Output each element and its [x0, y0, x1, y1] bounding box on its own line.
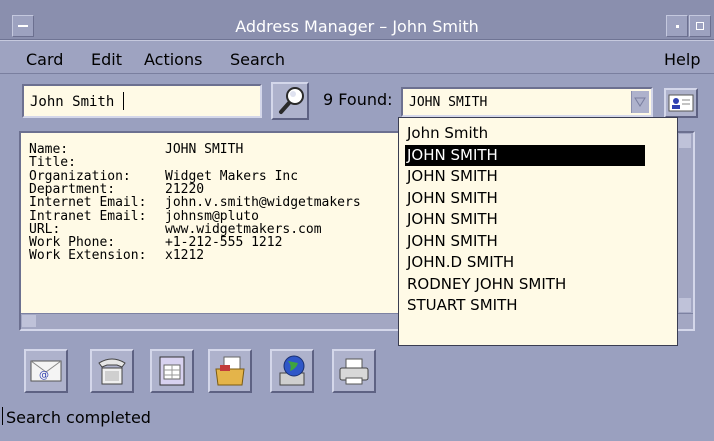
- result-option[interactable]: JOHN SMITH: [405, 209, 645, 230]
- results-dropdown[interactable]: John Smith JOHN SMITH JOHN SMITH JOHN SMITH…: [398, 117, 678, 346]
- email-button[interactable]: @: [24, 349, 68, 393]
- result-option[interactable]: John Smith: [405, 123, 645, 144]
- results-combo[interactable]: JOHN SMITH: [401, 87, 653, 117]
- menu-search[interactable]: Search: [230, 50, 285, 69]
- card-field-row: Organization: Widget Makers Inc: [29, 170, 298, 183]
- card-field-label: URL:: [29, 221, 61, 237]
- result-option[interactable]: JOHN SMITH: [405, 144, 645, 166]
- card-field-row: Title:: [29, 156, 165, 169]
- found-count-label: 9 Found:: [323, 90, 393, 109]
- search-input[interactable]: John Smith: [22, 84, 262, 118]
- result-option[interactable]: JOHN.D SMITH: [405, 252, 645, 273]
- text-cursor: [123, 92, 124, 110]
- chevron-down-icon: [634, 97, 646, 107]
- card-field-label: Department:: [29, 181, 116, 197]
- scroll-down-arrow[interactable]: [679, 298, 691, 312]
- card-field-label: Title:: [29, 155, 76, 171]
- status-caret: [2, 407, 3, 425]
- result-option[interactable]: RODNEY JOHN SMITH: [405, 274, 645, 295]
- card-field-label: Work Phone:: [29, 235, 116, 251]
- minimize-icon: [676, 25, 679, 28]
- print-action-icon: [339, 358, 369, 385]
- window-title: Address Manager – John Smith: [235, 17, 479, 36]
- phone-button[interactable]: [90, 349, 134, 393]
- status-text: Search completed: [6, 408, 151, 427]
- menu-card[interactable]: Card: [26, 50, 63, 69]
- web-globe-action-icon: [279, 355, 305, 386]
- card-field-label: Work Extension:: [29, 248, 147, 264]
- card-field-label: Internet Email:: [29, 195, 147, 211]
- card-field-value: JOHN SMITH: [165, 142, 244, 157]
- maximize-button[interactable]: [689, 15, 711, 37]
- svg-text:@: @: [39, 370, 49, 381]
- results-combo-value: JOHN SMITH: [409, 95, 488, 110]
- result-option[interactable]: STUART SMITH: [405, 295, 645, 316]
- search-button[interactable]: [271, 82, 309, 120]
- card-field-row: Name: JOHN SMITH: [29, 143, 243, 156]
- menu-help[interactable]: Help: [664, 50, 700, 69]
- calendar-action-icon: [159, 356, 185, 386]
- card-field-row: Work Phone: +1-212-555 1212: [29, 236, 282, 249]
- contact-card-button[interactable]: [664, 88, 698, 118]
- card-field-label: Name:: [29, 142, 69, 157]
- scroll-up-arrow[interactable]: [679, 134, 691, 148]
- card-field-value: x1212: [165, 248, 205, 264]
- card-field-row: Department: 21220: [29, 183, 204, 196]
- menu-edit[interactable]: Edit: [91, 50, 122, 69]
- card-field-row: Internet Email: john.v.smith@widgetmakers: [29, 196, 361, 209]
- scroll-left-arrow[interactable]: [22, 315, 36, 327]
- result-option[interactable]: JOHN SMITH: [405, 166, 645, 187]
- magnifier-icon: [279, 87, 304, 114]
- card-field-row: URL: www.widgetmakers.com: [29, 223, 322, 236]
- web-button[interactable]: [270, 349, 314, 393]
- phone-action-icon: [98, 358, 126, 385]
- documents-button[interactable]: [208, 349, 252, 393]
- vertical-scrollbar[interactable]: [677, 133, 693, 329]
- combo-arrow-button[interactable]: [631, 91, 649, 113]
- result-option[interactable]: JOHN SMITH: [405, 231, 645, 252]
- menu-actions[interactable]: Actions: [144, 50, 202, 69]
- email-action-icon: @: [30, 360, 62, 382]
- card-field-row: Intranet Email: johnsm@pluto: [29, 210, 259, 223]
- calendar-button[interactable]: [150, 349, 194, 393]
- card-field-label: Intranet Email:: [29, 208, 147, 224]
- card-field-row: Work Extension: x1212: [29, 249, 204, 262]
- search-input-text: John Smith: [30, 94, 115, 110]
- minimize-button[interactable]: [666, 15, 688, 37]
- open-folder-action-icon: [215, 356, 245, 386]
- card-field-label: Organization:: [29, 168, 131, 184]
- menu-bar: Card Edit Actions Search Help: [0, 40, 714, 74]
- contact-card-icon: [668, 94, 694, 112]
- title-bar: Address Manager – John Smith: [0, 0, 714, 40]
- result-option[interactable]: JOHN SMITH: [405, 188, 645, 209]
- print-button[interactable]: [332, 349, 376, 393]
- maximize-icon: [696, 22, 704, 30]
